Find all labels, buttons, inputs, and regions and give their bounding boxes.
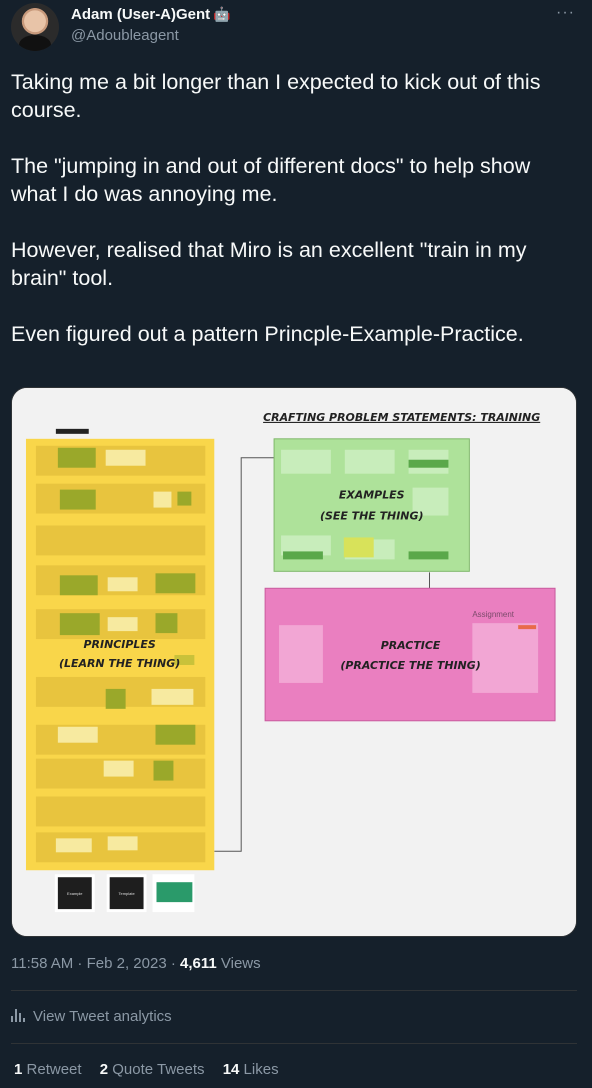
principles-subtitle: (LEARN THE THING) bbox=[59, 657, 180, 670]
examples-title: EXAMPLES bbox=[339, 489, 405, 502]
avatar[interactable] bbox=[11, 3, 59, 51]
retweets-label: Retweet bbox=[26, 1061, 82, 1078]
views-count: 4,611 bbox=[180, 955, 217, 972]
retweets-count: 1 bbox=[14, 1061, 23, 1078]
example-card-label: Example bbox=[67, 891, 83, 896]
practice-subtitle: (PRACTICE THE THING) bbox=[340, 659, 480, 672]
tweet-meta: 11:58 AM · Feb 2, 2023 · 4,611 Views bbox=[11, 955, 261, 972]
board-title: CRAFTING PROBLEM STATEMENTS: TRAINING bbox=[263, 411, 540, 424]
analytics-icon bbox=[11, 1008, 27, 1022]
tweet-time[interactable]: 11:58 AM bbox=[11, 955, 73, 972]
quotes-count: 2 bbox=[99, 1061, 109, 1078]
assignment-label: Assignment bbox=[472, 610, 514, 619]
divider-top bbox=[11, 990, 577, 991]
meta-separator: · bbox=[73, 955, 87, 972]
tweet-header: Adam (User-A)Gent 🤖 @Adoubleagent ··· bbox=[0, 0, 592, 60]
author-name-text[interactable]: Adam (User-A)Gent bbox=[71, 6, 210, 23]
views-label: Views bbox=[216, 955, 261, 972]
tweet-image[interactable]: CRAFTING PROBLEM STATEMENTS: TRAINING PR… bbox=[11, 387, 577, 937]
likes-count: 14 bbox=[222, 1061, 240, 1078]
robot-emoji-icon: 🤖 bbox=[213, 6, 231, 22]
practice-title: PRACTICE bbox=[381, 639, 441, 652]
author-name[interactable]: Adam (User-A)Gent 🤖 bbox=[71, 6, 231, 23]
author-handle[interactable]: @Adoubleagent bbox=[71, 27, 179, 44]
quotes-label: Quote Tweets bbox=[112, 1061, 205, 1078]
quote-tweets-stat[interactable]: 2 Quote Tweets bbox=[100, 1061, 205, 1078]
meta-separator-2: · bbox=[166, 955, 181, 972]
view-analytics-link[interactable]: View Tweet analytics bbox=[11, 1008, 172, 1025]
tweet-stats: 1 Retweet 2 Quote Tweets 14 Likes bbox=[14, 1061, 293, 1078]
likes-label: Likes bbox=[243, 1061, 279, 1078]
more-options-icon[interactable]: ··· bbox=[556, 4, 575, 22]
principles-title: PRINCIPLES bbox=[84, 638, 156, 651]
tweet-date[interactable]: Feb 2, 2023 bbox=[87, 955, 167, 972]
analytics-label[interactable]: View Tweet analytics bbox=[33, 1008, 172, 1025]
retweets-stat[interactable]: 1 Retweet bbox=[14, 1061, 82, 1078]
likes-stat[interactable]: 14 Likes bbox=[223, 1061, 279, 1078]
tweet-text: Taking me a bit longer than I expected t… bbox=[11, 70, 541, 346]
template-card-label: Template bbox=[119, 891, 136, 896]
divider-bottom bbox=[11, 1043, 577, 1044]
miro-board-illustration: CRAFTING PROBLEM STATEMENTS: TRAINING PR… bbox=[12, 388, 576, 936]
examples-subtitle: (SEE THE THING) bbox=[320, 510, 423, 523]
